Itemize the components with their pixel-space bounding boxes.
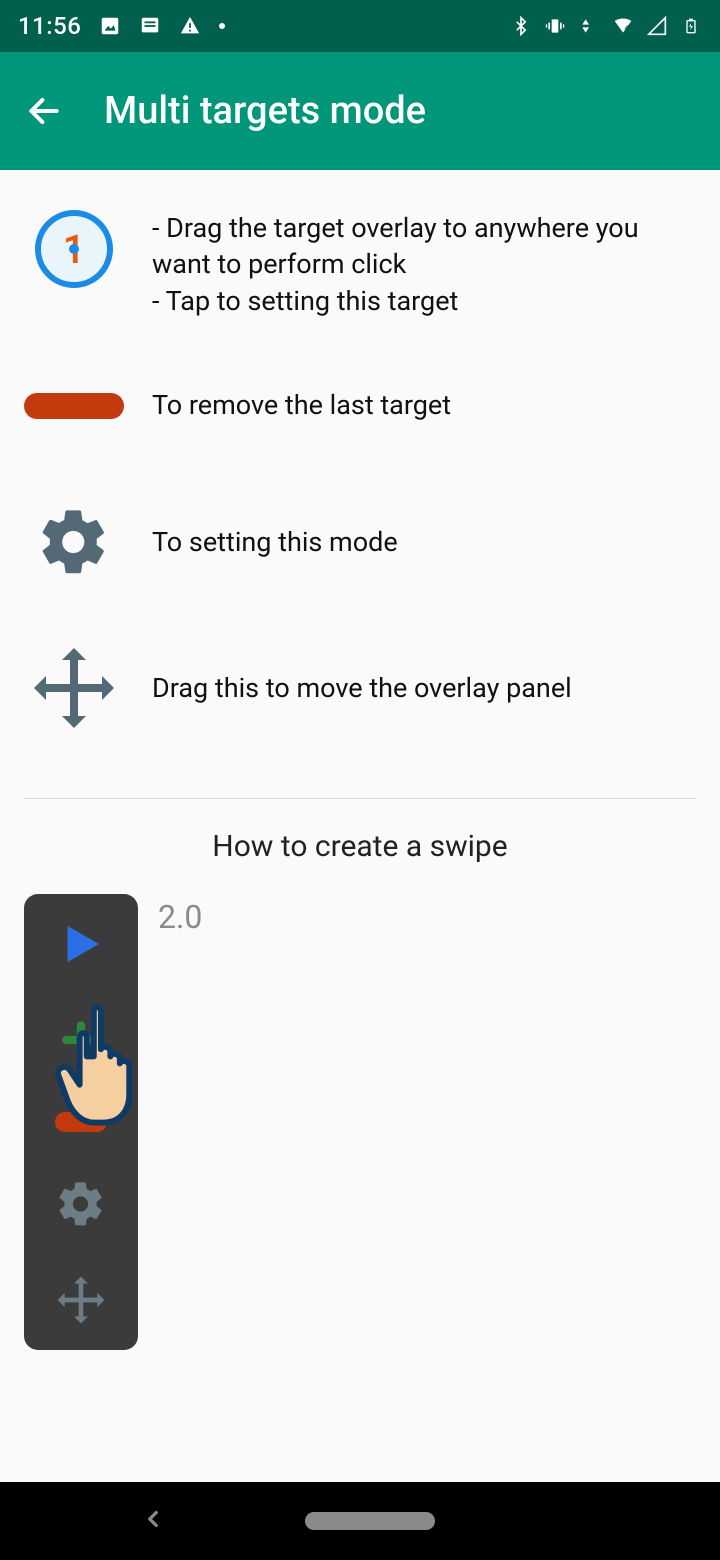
row-settings: To setting this mode bbox=[24, 472, 696, 612]
battery-icon bbox=[680, 15, 702, 37]
swipe-demo: 2.0 bbox=[24, 894, 696, 1350]
overlay-panel[interactable] bbox=[24, 894, 138, 1350]
row-target: 1 - Drag the target overlay to anywhere … bbox=[24, 170, 696, 339]
gear-icon bbox=[24, 502, 124, 582]
panel-move-button[interactable] bbox=[49, 1268, 113, 1332]
warning-icon bbox=[179, 15, 201, 37]
status-time: 11:56 bbox=[18, 12, 81, 40]
row-remove: To remove the last target bbox=[24, 339, 696, 471]
remove-description: To remove the last target bbox=[152, 387, 451, 423]
nav-back-button[interactable] bbox=[140, 1506, 170, 1536]
target-line2: - Tap to setting this target bbox=[152, 283, 696, 319]
message-icon bbox=[139, 15, 161, 37]
target-line1: - Drag the target overlay to anywhere yo… bbox=[152, 210, 696, 283]
status-bar: 11:56 4 bbox=[0, 0, 720, 52]
image-icon bbox=[99, 15, 121, 37]
move-description: Drag this to move the overlay panel bbox=[152, 670, 572, 706]
row-move: Drag this to move the overlay panel bbox=[24, 612, 696, 778]
play-button[interactable] bbox=[49, 912, 113, 976]
status-right: 4 bbox=[510, 15, 702, 37]
divider bbox=[24, 798, 696, 799]
wifi-icon: 4 bbox=[612, 15, 634, 37]
app-bar: Multi targets mode bbox=[0, 52, 720, 170]
target-description: - Drag the target overlay to anywhere yo… bbox=[152, 210, 696, 319]
data-icon bbox=[578, 15, 600, 37]
content: 1 - Drag the target overlay to anywhere … bbox=[0, 170, 720, 1350]
signal-icon bbox=[646, 15, 668, 37]
status-left: 11:56 bbox=[18, 12, 225, 40]
move-icon bbox=[24, 638, 124, 738]
dot-icon bbox=[219, 23, 225, 29]
swipe-title: How to create a swipe bbox=[24, 829, 696, 864]
back-button[interactable] bbox=[24, 91, 64, 131]
target-badge-icon: 1 bbox=[24, 210, 124, 288]
page-title: Multi targets mode bbox=[104, 89, 426, 133]
hand-pointer-icon bbox=[48, 1002, 168, 1132]
remove-pill-icon bbox=[24, 393, 124, 419]
nav-home-pill[interactable] bbox=[305, 1512, 435, 1530]
bluetooth-icon bbox=[510, 15, 532, 37]
panel-gear-button[interactable] bbox=[49, 1172, 113, 1236]
settings-description: To setting this mode bbox=[152, 524, 398, 560]
svg-text:4: 4 bbox=[625, 24, 629, 32]
system-nav-bar bbox=[0, 1482, 720, 1560]
vibrate-icon bbox=[544, 15, 566, 37]
version-label: 2.0 bbox=[158, 894, 202, 936]
